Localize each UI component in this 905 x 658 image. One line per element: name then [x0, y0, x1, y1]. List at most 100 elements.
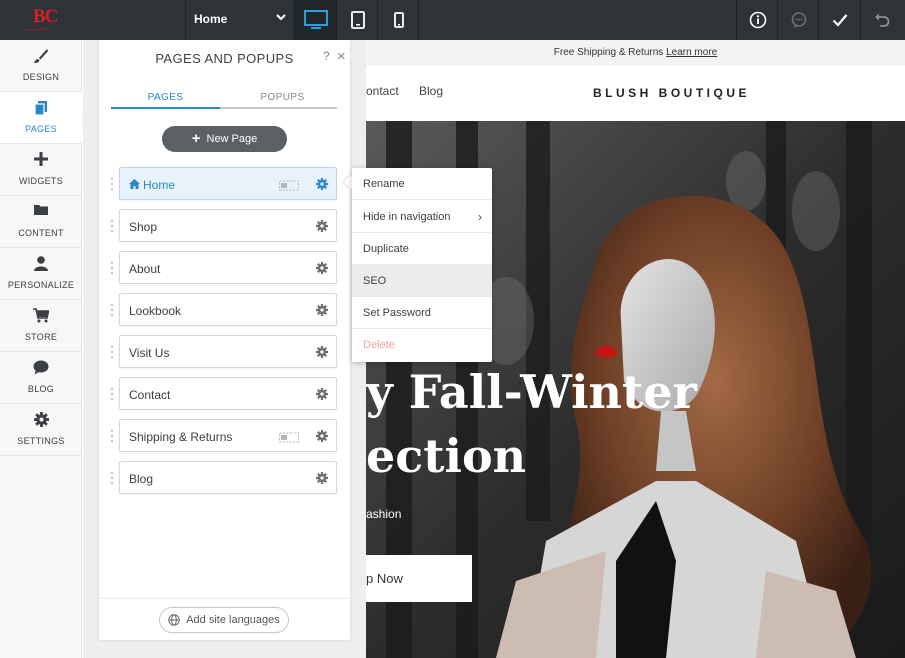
- close-icon[interactable]: ×: [337, 48, 346, 65]
- sidebar-item-store[interactable]: STORE: [0, 300, 82, 352]
- page-row-contact[interactable]: Contact: [119, 377, 337, 410]
- drag-handle-icon[interactable]: [110, 177, 114, 191]
- hero-heading-line1: y Fall-Winter: [366, 365, 697, 419]
- tab-pages[interactable]: PAGES: [111, 92, 220, 103]
- promo-link[interactable]: Learn more: [666, 47, 717, 58]
- help-icon[interactable]: ?: [323, 49, 330, 63]
- comments-button[interactable]: [778, 0, 819, 40]
- gear-icon[interactable]: [316, 346, 328, 358]
- site-nav-link-blog[interactable]: Blog: [419, 84, 443, 98]
- panel-footer-divider: [99, 598, 350, 599]
- page-row-shipping-returns[interactable]: Shipping & Returns: [119, 419, 337, 452]
- hero-shop-button-label: p Now: [366, 571, 403, 586]
- mobile-icon: [393, 12, 404, 28]
- desktop-icon: [303, 10, 328, 29]
- menu-item-seo[interactable]: SEO: [352, 265, 492, 297]
- drag-handle-icon[interactable]: [110, 429, 114, 443]
- globe-icon: [168, 614, 180, 626]
- left-sidebar: DESIGN PAGES WIDGETS CONTENT PERSONALIZE…: [0, 40, 82, 658]
- sidebar-item-design[interactable]: DESIGN: [0, 40, 82, 92]
- menu-item-label: Duplicate: [363, 243, 409, 255]
- sidebar-item-personalize[interactable]: PERSONALIZE: [0, 248, 82, 300]
- gear-icon[interactable]: [316, 430, 328, 442]
- undo-icon: [874, 13, 889, 27]
- hero-subheading: ashion: [366, 507, 402, 521]
- mobile-view-button[interactable]: [378, 0, 419, 40]
- menu-item-set-password[interactable]: Set Password: [352, 297, 492, 329]
- chat-bubble-icon: [33, 360, 49, 375]
- hidden-in-nav-icon: [279, 180, 299, 191]
- page-row-blog[interactable]: Blog: [119, 461, 337, 494]
- check-icon: [832, 14, 847, 27]
- sidebar-item-label: SETTINGS: [17, 436, 65, 446]
- undo-button[interactable]: [861, 0, 902, 40]
- sidebar-item-pages[interactable]: PAGES: [0, 92, 82, 144]
- sidebar-item-label: CONTENT: [18, 228, 64, 238]
- drag-handle-icon[interactable]: [110, 345, 114, 359]
- sidebar-item-label: BLOG: [27, 384, 55, 394]
- gear-icon[interactable]: [316, 262, 328, 274]
- chevron-right-icon: ›: [478, 210, 482, 224]
- gear-icon[interactable]: [316, 472, 328, 484]
- page-name: Blog: [129, 472, 154, 486]
- tablet-icon: [350, 11, 365, 29]
- home-icon: [129, 179, 140, 189]
- menu-item-rename[interactable]: Rename: [352, 168, 492, 200]
- tab-popups[interactable]: POPUPS: [228, 92, 337, 103]
- drag-handle-icon[interactable]: [110, 261, 114, 275]
- page-name: Visit Us: [129, 346, 170, 360]
- logo-subtext: BUSINESS: [25, 27, 50, 32]
- info-button[interactable]: [737, 0, 778, 40]
- sidebar-item-label: DESIGN: [22, 72, 60, 82]
- hero-shop-button[interactable]: p Now: [366, 555, 472, 602]
- gear-icon[interactable]: [316, 220, 328, 232]
- menu-item-label: Hide in navigation: [363, 211, 451, 223]
- publish-button[interactable]: [819, 0, 860, 40]
- new-page-button[interactable]: + New Page: [162, 126, 287, 152]
- page-row-about[interactable]: About: [119, 251, 337, 284]
- sidebar-item-label: STORE: [24, 332, 58, 342]
- sidebar-item-content[interactable]: CONTENT: [0, 196, 82, 248]
- sidebar-item-blog[interactable]: BLOG: [0, 352, 82, 404]
- panel-title: PAGES AND POPUPS: [155, 51, 294, 66]
- folder-icon: [34, 205, 48, 215]
- page-name: Shop: [129, 220, 158, 234]
- promo-bar: Free Shipping & Returns Learn more: [366, 40, 905, 66]
- site-brand[interactable]: BLUSH BOUTIQUE: [593, 86, 750, 100]
- site-nav-link-contact[interactable]: ontact: [366, 84, 399, 98]
- drag-handle-icon[interactable]: [110, 219, 114, 233]
- drag-handle-icon[interactable]: [110, 471, 114, 485]
- page-row-lookbook[interactable]: Lookbook: [119, 293, 337, 326]
- add-site-languages-button[interactable]: Add site languages: [159, 607, 289, 633]
- sidebar-item-settings[interactable]: SETTINGS: [0, 404, 82, 456]
- menu-item-duplicate[interactable]: Duplicate: [352, 233, 492, 265]
- gear-icon[interactable]: [316, 178, 328, 190]
- site-navigation: ontact Blog BLUSH BOUTIQUE: [366, 66, 905, 121]
- gear-icon: [33, 412, 49, 427]
- chevron-down-icon: [276, 10, 286, 27]
- page-row-shop[interactable]: Shop: [119, 209, 337, 242]
- menu-item-delete[interactable]: Delete: [352, 329, 492, 361]
- page-selector-value: Home: [194, 12, 228, 26]
- page-selector-dropdown[interactable]: Home: [186, 0, 294, 40]
- drag-handle-icon[interactable]: [110, 387, 114, 401]
- pages-icon: [34, 101, 47, 116]
- gear-icon[interactable]: [316, 304, 328, 316]
- page-row-home[interactable]: Home: [119, 167, 337, 200]
- sidebar-item-label: PAGES: [25, 124, 57, 134]
- page-name: About: [129, 262, 161, 276]
- drag-handle-icon[interactable]: [110, 303, 114, 317]
- top-toolbar: BC BUSINESS Home: [0, 0, 905, 40]
- tablet-view-button[interactable]: [337, 0, 378, 40]
- info-icon: [749, 11, 766, 29]
- page-name: Home: [143, 178, 176, 192]
- sidebar-divider: [0, 455, 82, 456]
- page-row-visit-us[interactable]: Visit Us: [119, 335, 337, 368]
- gear-icon[interactable]: [316, 388, 328, 400]
- desktop-view-button[interactable]: [295, 0, 336, 40]
- sidebar-item-widgets[interactable]: WIDGETS: [0, 144, 82, 196]
- menu-item-hide-in-navigation[interactable]: Hide in navigation ›: [352, 201, 492, 233]
- pages-panel: PAGES AND POPUPS ? × PAGES POPUPS + New …: [99, 40, 350, 640]
- app-logo[interactable]: BC BUSINESS: [0, 0, 82, 40]
- toolbar-divider: [418, 0, 419, 40]
